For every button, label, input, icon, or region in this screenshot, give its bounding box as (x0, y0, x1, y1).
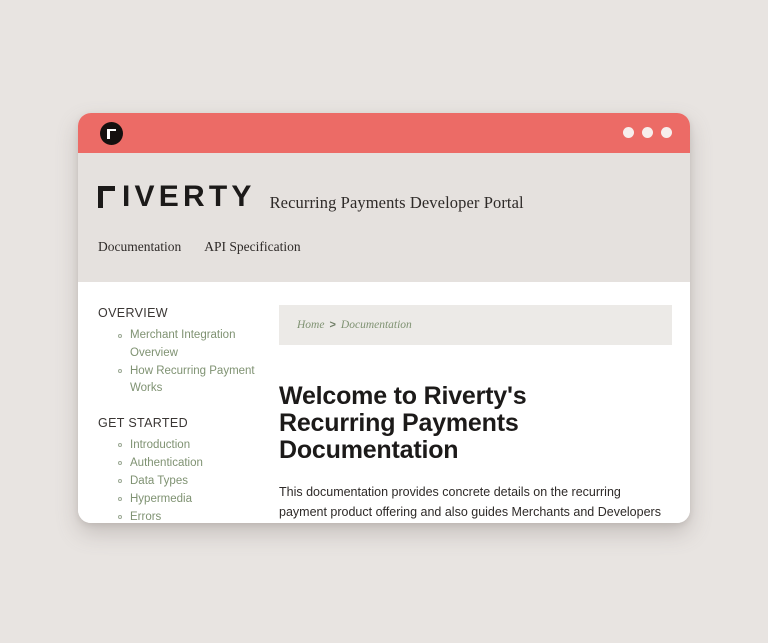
sidebar-item-authentication[interactable]: Authentication (118, 455, 258, 473)
riverty-logo[interactable]: IVERTY (98, 180, 256, 213)
sidebar-heading-overview: OVERVIEW (98, 306, 168, 320)
sidebar-item-hypermedia[interactable]: Hypermedia (118, 491, 258, 509)
browser-title-bar (78, 113, 690, 153)
window-controls (623, 127, 672, 138)
page-title: Welcome to Riverty's Recurring Payments … (279, 382, 527, 464)
breadcrumb-documentation[interactable]: Documentation (341, 319, 412, 331)
portal-title: Recurring Payments Developer Portal (269, 193, 524, 212)
sidebar-item-data-types[interactable]: Data Types (118, 473, 258, 491)
riverty-logo-text: IVERTY (122, 180, 256, 213)
nav-link-api-specification[interactable]: API Specification (204, 239, 300, 255)
riverty-corner-r-icon (98, 186, 115, 208)
brand-row: IVERTY Recurring Payments Developer Port… (98, 153, 690, 213)
riverty-corner-r-glyph (107, 128, 116, 139)
main-content: Home > Documentation Welcome to Riverty'… (270, 282, 690, 523)
main-navigation: Documentation API Specification (98, 213, 690, 255)
sidebar-item-how-recurring-payment-works[interactable]: How Recurring Payment Works (118, 363, 258, 398)
riverty-r-mark-icon (100, 122, 123, 145)
window-dot-2[interactable] (642, 127, 653, 138)
sidebar-item-merchant-integration-overview[interactable]: Merchant Integration Overview (118, 327, 258, 362)
site-header: IVERTY Recurring Payments Developer Port… (78, 153, 690, 282)
sidebar-item-introduction[interactable]: Introduction (118, 437, 258, 455)
page-intro-paragraph: This documentation provides concrete det… (279, 485, 661, 519)
page-body: OVERVIEW Merchant Integration Overview H… (78, 282, 690, 523)
breadcrumb-separator: > (329, 319, 336, 331)
sidebar-item-errors[interactable]: Errors (118, 509, 258, 524)
window-dot-1[interactable] (623, 127, 634, 138)
sidebar-list-overview: Merchant Integration Overview How Recurr… (98, 327, 270, 398)
nav-link-documentation[interactable]: Documentation (98, 239, 181, 255)
breadcrumb: Home > Documentation (279, 305, 672, 345)
sidebar-section-overview: OVERVIEW Merchant Integration Overview H… (98, 306, 270, 398)
window-dot-3[interactable] (661, 127, 672, 138)
browser-window: IVERTY Recurring Payments Developer Port… (78, 113, 690, 523)
breadcrumb-home[interactable]: Home (297, 319, 324, 331)
sidebar: OVERVIEW Merchant Integration Overview H… (78, 282, 270, 523)
sidebar-list-get-started: Introduction Authentication Data Types H… (98, 437, 270, 524)
sidebar-section-get-started: GET STARTED Introduction Authentication … (98, 416, 270, 524)
sidebar-heading-get-started: GET STARTED (98, 415, 188, 430)
